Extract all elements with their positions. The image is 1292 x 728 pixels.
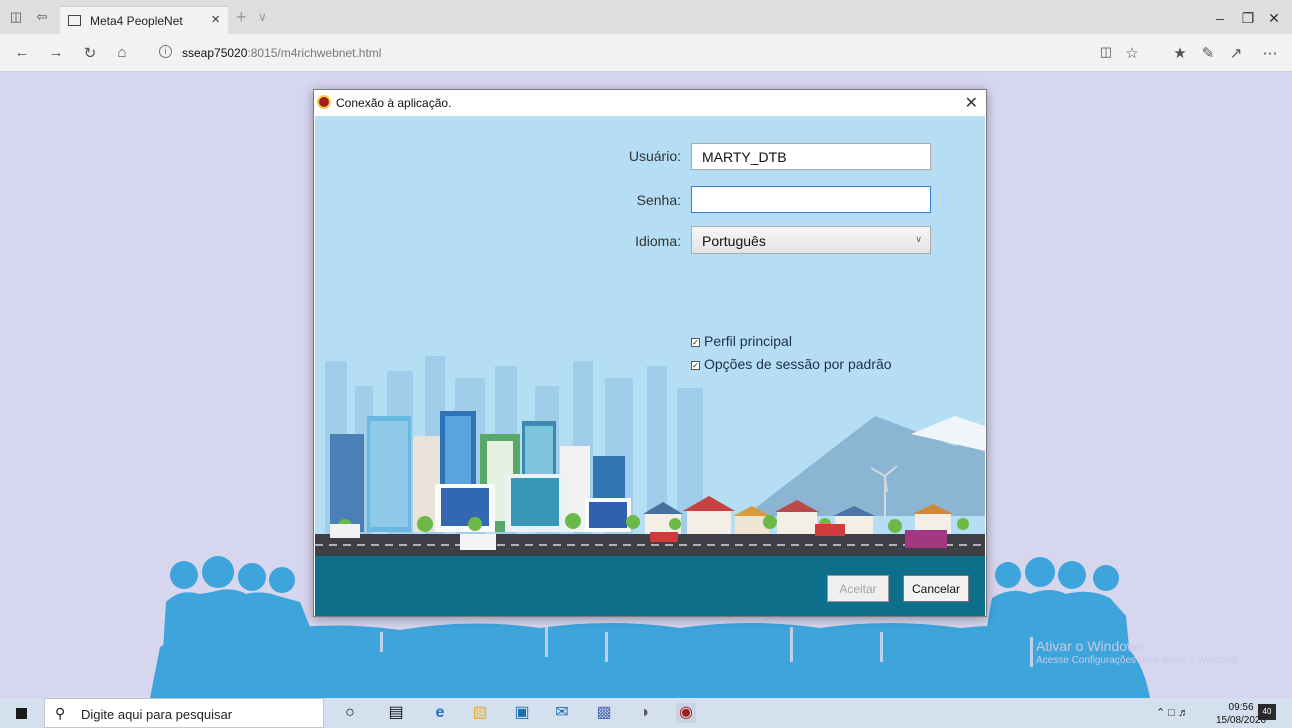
app-logo-icon: [317, 95, 331, 109]
forward-icon[interactable]: →: [46, 44, 66, 61]
search-icon: ⚲: [55, 705, 66, 721]
set-tabs-aside-icon[interactable]: ⇦: [34, 9, 50, 25]
browser-address-bar: ← → ↻ ⌂ i sseap75020:8015/m4richwebnet.h…: [0, 34, 1292, 72]
home-icon[interactable]: ⌂: [112, 44, 132, 61]
chevron-down-icon: ∨: [915, 234, 922, 244]
share-icon[interactable]: ↗: [1226, 44, 1246, 62]
taskbar-search-box[interactable]: ⚲ Digite aqui para pesquisar: [44, 698, 324, 728]
cancel-button[interactable]: Cancelar: [903, 575, 969, 602]
default-session-option[interactable]: ✓ Opções de sessão por padrão: [691, 356, 892, 372]
edge-browser-icon[interactable]: e: [430, 703, 450, 723]
default-session-label: Opções de sessão por padrão: [704, 356, 892, 372]
language-select[interactable]: Português ∨: [691, 226, 931, 254]
tab-preview-icon[interactable]: ◫: [8, 9, 24, 25]
username-label: Usuário:: [628, 148, 681, 164]
page-icon: [68, 15, 81, 26]
meta4-app-icon[interactable]: ◉: [676, 703, 696, 723]
windows-activation-title: Ativar o Windows: [1036, 638, 1145, 654]
password-label: Senha:: [636, 192, 681, 208]
reading-view-icon[interactable]: ◫: [1096, 44, 1116, 60]
dialog-footer: Aceitar Cancelar: [315, 556, 985, 616]
windows-logo-icon: [16, 708, 27, 719]
language-selected-value: Português: [702, 233, 766, 249]
remote-desktop-icon[interactable]: ▩: [594, 703, 614, 723]
store-icon[interactable]: ▣: [512, 703, 532, 723]
login-dialog: Conexão à aplicação. ✕ Usuário: MARTY_DT…: [313, 89, 987, 617]
minimize-icon[interactable]: –: [1210, 10, 1230, 26]
restore-icon[interactable]: ❐: [1238, 10, 1258, 27]
browser-tab-bar: ◫ ⇦ Meta4 PeopleNet × + ∨ – ❐ ✕: [0, 0, 1292, 34]
language-label: Idioma:: [635, 233, 681, 249]
url-text: sseap75020:8015/m4richwebnet.html: [182, 46, 382, 60]
taskbar-search-placeholder: Digite aqui para pesquisar: [81, 707, 233, 722]
paint-icon[interactable]: ◑: [634, 703, 654, 723]
new-tab-plus-icon[interactable]: +: [236, 7, 247, 28]
mail-icon[interactable]: ✉: [552, 703, 572, 723]
favorites-hub-icon[interactable]: ★: [1170, 44, 1190, 62]
password-input[interactable]: [691, 186, 931, 213]
username-input[interactable]: [691, 143, 931, 170]
start-button[interactable]: [0, 698, 44, 728]
notification-center-icon[interactable]: 40: [1258, 704, 1276, 720]
dialog-title: Conexão à aplicação.: [336, 96, 452, 110]
browser-tab[interactable]: Meta4 PeopleNet ×: [60, 6, 228, 34]
back-icon[interactable]: ←: [12, 44, 32, 61]
accept-button[interactable]: Aceitar: [827, 575, 889, 602]
tab-close-icon[interactable]: ×: [211, 11, 220, 28]
main-profile-label: Perfil principal: [704, 333, 792, 349]
favorite-star-icon[interactable]: ☆: [1122, 44, 1142, 62]
url-field[interactable]: i sseap75020:8015/m4richwebnet.html: [155, 41, 1075, 65]
windows-taskbar: ⚲ Digite aqui para pesquisar ○ ▤ e ▧ ▣ ✉…: [0, 698, 1292, 728]
site-info-icon[interactable]: i: [159, 45, 172, 58]
task-view-icon[interactable]: ▤: [386, 703, 406, 723]
main-profile-option[interactable]: ✓ Perfil principal: [691, 333, 792, 349]
refresh-icon[interactable]: ↻: [80, 44, 100, 62]
file-explorer-icon[interactable]: ▧: [470, 703, 490, 723]
cortana-icon[interactable]: ○: [340, 703, 360, 723]
dialog-titlebar[interactable]: Conexão à aplicação. ✕: [314, 90, 986, 116]
more-menu-icon[interactable]: ⋯: [1260, 44, 1280, 62]
city-illustration: [315, 356, 985, 556]
windows-activation-text: Acesse Configurações para ativar o Windo…: [1036, 655, 1241, 666]
web-note-pen-icon[interactable]: ✎: [1198, 44, 1218, 62]
main-profile-checkbox[interactable]: ✓: [691, 338, 700, 347]
tab-list-chevron-icon[interactable]: ∨: [258, 10, 267, 24]
dialog-close-icon[interactable]: ✕: [965, 93, 978, 113]
tab-title: Meta4 PeopleNet: [90, 14, 183, 28]
dialog-body: Usuário: Senha: Idioma: Português ∨ ✓ Per…: [315, 116, 985, 556]
close-window-icon[interactable]: ✕: [1264, 10, 1284, 27]
system-tray-icons[interactable]: ⌃ □ ♬: [1156, 706, 1189, 719]
default-session-checkbox[interactable]: ✓: [691, 361, 700, 370]
